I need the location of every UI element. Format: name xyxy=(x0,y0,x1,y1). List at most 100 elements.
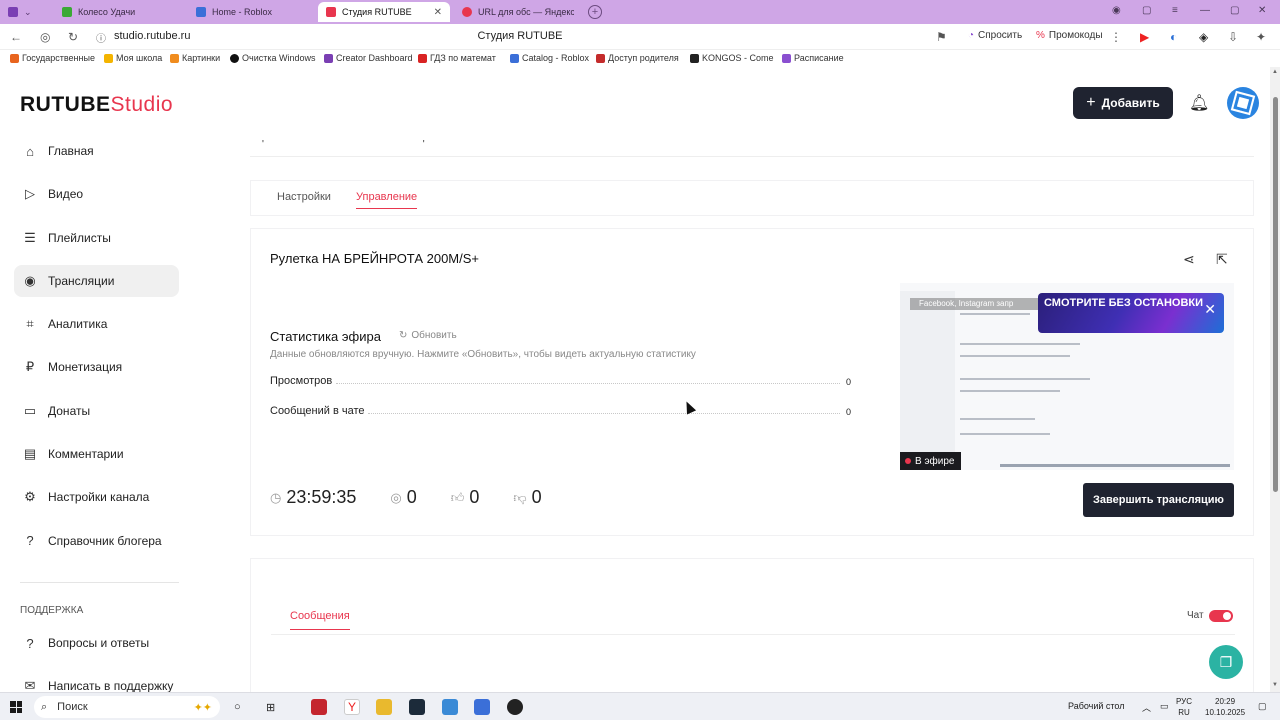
extension-icon[interactable]: ◈ xyxy=(1199,30,1208,44)
extension-icon[interactable]: ◐ xyxy=(1170,30,1177,44)
tab-rutube-studio[interactable]: Студия RUTUBE ✕ xyxy=(318,2,450,22)
sidebar-item-channel-settings[interactable]: ⚙ Настройки канала xyxy=(14,481,179,513)
tab-manage[interactable]: Управление xyxy=(356,191,418,209)
close-window-icon[interactable]: ✕ xyxy=(1258,5,1266,16)
task-view-icon[interactable]: ○ xyxy=(234,701,241,713)
support-menu: ? Вопросы и ответы ✉ Написать в поддержку xyxy=(14,627,179,693)
dislikes-metric: 👎︎ 0 xyxy=(513,487,541,508)
bookmark-icon[interactable]: ⚑ xyxy=(936,30,947,44)
sidebar-item-broadcasts[interactable]: ◉ Трансляции xyxy=(14,264,179,297)
bookmark-label: Доступ родителя xyxy=(608,53,679,63)
open-external-icon[interactable]: ⇱ xyxy=(1216,251,1228,268)
sidebar-item-donations[interactable]: ▭ Донаты xyxy=(14,395,179,427)
sidebar-item-write-support[interactable]: ✉ Написать в поддержку xyxy=(14,670,179,692)
widgets-icon[interactable]: ⊞ xyxy=(266,701,275,714)
stream-preview[interactable]: Facebook, Instagram запр СМОТРИТЕ БЕЗ ОС… xyxy=(900,283,1234,470)
tab-messages[interactable]: Сообщения xyxy=(290,610,350,630)
bookmark-item[interactable]: Доступ родителя xyxy=(596,53,679,63)
bookmark-tab-icon[interactable]: ▢ xyxy=(1142,5,1151,16)
scroll-down-icon[interactable]: ▼ xyxy=(1272,682,1278,688)
sidebar-item-blogger-guide[interactable]: ? Справочник блогера xyxy=(14,525,179,557)
language-indicator[interactable]: РУС RU xyxy=(1176,696,1192,718)
stream-metrics: ◷ 23:59:35 ◎ 0 👍︎ 0 👎︎ 0 xyxy=(270,487,576,508)
maximize-icon[interactable]: ▢ xyxy=(1230,5,1239,16)
downloads-icon[interactable]: ⇩ xyxy=(1228,30,1238,44)
notifications-icon[interactable]: ▢ xyxy=(1258,701,1267,712)
bookmark-item[interactable]: ГДЗ по математ xyxy=(418,53,496,63)
new-tab-button[interactable]: + xyxy=(588,5,602,19)
close-tab-icon[interactable]: ✕ xyxy=(434,7,442,18)
rutube-studio-logo[interactable]: RUTUBEStudio xyxy=(20,93,173,117)
bookmark-item[interactable]: Очистка Windows xyxy=(230,53,316,63)
roblox-studio-icon[interactable] xyxy=(474,699,490,715)
preview-text-line xyxy=(960,378,1090,380)
thumbs-down-icon: 👎︎ xyxy=(513,489,527,505)
sidebar-item-monetization[interactable]: ₽ Монетизация xyxy=(14,351,179,383)
support-chat-button[interactable]: ❐ xyxy=(1209,645,1243,679)
bookmark-item[interactable]: Catalog - Roblox xyxy=(510,53,589,63)
bookmark-item[interactable]: Моя школа xyxy=(104,53,162,63)
bookmark-item[interactable]: Картинки xyxy=(170,53,220,63)
favicon-icon xyxy=(326,7,336,17)
end-broadcast-button[interactable]: Завершить трансляцию xyxy=(1083,483,1234,517)
bookmark-item[interactable]: KONGOS - Come xyxy=(690,53,774,63)
sidebar-item-playlists[interactable]: ☰ Плейлисты xyxy=(14,222,179,254)
taskbar-app-icon[interactable] xyxy=(311,699,327,715)
notifications-bell-icon[interactable]: 🔔︎ xyxy=(1189,93,1209,113)
tab-settings[interactable]: Настройки xyxy=(277,191,331,203)
faq-icon: ? xyxy=(26,635,34,651)
sidebar-item-comments[interactable]: ▤ Комментарии xyxy=(14,438,179,470)
add-button[interactable]: + Добавить xyxy=(1073,87,1173,119)
tab-yandex[interactable]: URL для обс — Яндекс: на xyxy=(454,2,582,22)
bookmark-item[interactable]: Расписание xyxy=(782,53,844,63)
bookmark-item[interactable]: Creator Dashboard xyxy=(324,53,413,63)
tab-wheel[interactable]: Колесо Удачи xyxy=(54,2,184,22)
avatar[interactable] xyxy=(1227,87,1259,119)
live-badge: В эфире xyxy=(900,452,961,470)
yandex-browser-icon[interactable]: Y xyxy=(344,699,360,715)
taskbar-clock[interactable]: 20:29 10.10.2025 xyxy=(1205,696,1245,718)
taskbar-app-icon[interactable] xyxy=(442,699,458,715)
live-dot-icon xyxy=(905,458,911,464)
sidebar-item-label: Донаты xyxy=(48,403,91,418)
scroll-thumb[interactable] xyxy=(1273,97,1278,492)
sidebar-item-faq[interactable]: ? Вопросы и ответы xyxy=(14,627,179,659)
tab-roblox[interactable]: Home - Roblox xyxy=(188,2,314,22)
tray-chevron-icon[interactable]: ︿ xyxy=(1142,701,1151,714)
bookmarks-bar: Государственные Моя школа Картинки Очист… xyxy=(0,50,1280,67)
bookmark-item[interactable]: Государственные xyxy=(10,53,95,63)
dotted-leader xyxy=(368,413,840,414)
bookmark-label: Catalog - Roblox xyxy=(522,53,590,63)
obs-icon[interactable] xyxy=(409,699,425,715)
youtube-icon[interactable]: ▶ xyxy=(1140,30,1149,44)
sidebar-item-label: Видео xyxy=(48,187,84,202)
more-icon[interactable]: ⋮ xyxy=(1110,30,1122,44)
file-explorer-icon[interactable] xyxy=(376,699,392,715)
chevron-down-icon[interactable]: ⌄ xyxy=(24,7,32,18)
home-icon: ⌂ xyxy=(26,143,34,159)
sidebar-item-home[interactable]: ⌂ Главная xyxy=(14,135,179,167)
bookmark-favicon-icon xyxy=(324,53,333,63)
chat-toggle[interactable] xyxy=(1209,610,1233,622)
taskbar-app-icon[interactable] xyxy=(507,699,523,715)
refresh-button[interactable]: ↻ Обновить xyxy=(399,330,457,341)
ask-button[interactable]: ◔ Спросить xyxy=(968,30,1022,41)
profile-icon[interactable]: ◉ xyxy=(1112,5,1121,16)
taskbar-search[interactable]: ⌕ Поиск ✦✦ xyxy=(34,696,220,718)
extensions-icon[interactable]: ✦ xyxy=(1256,30,1266,44)
sidebar-item-video[interactable]: ▷ Видео xyxy=(14,178,179,210)
minimize-icon[interactable]: — xyxy=(1200,5,1210,16)
menu-icon[interactable]: ≡ xyxy=(1172,5,1178,16)
monetization-icon: ₽ xyxy=(25,359,35,375)
analytics-icon: ⌗ xyxy=(26,316,34,332)
share-icon[interactable]: ⋖ xyxy=(1183,251,1195,268)
page-scrollbar[interactable]: ▲ ▼ xyxy=(1270,67,1280,692)
network-icon[interactable]: ▭ xyxy=(1160,701,1169,712)
desktop-label[interactable]: Рабочий стол xyxy=(1068,701,1125,711)
sidebar-item-analytics[interactable]: ⌗ Аналитика xyxy=(14,308,179,340)
promo-button[interactable]: % Промокоды xyxy=(1036,30,1103,41)
settings-icon: ⚙ xyxy=(24,489,36,505)
browser-menu-button[interactable]: ⌄ xyxy=(0,2,48,22)
start-button[interactable] xyxy=(10,701,22,713)
scroll-up-icon[interactable]: ▲ xyxy=(1272,69,1278,75)
